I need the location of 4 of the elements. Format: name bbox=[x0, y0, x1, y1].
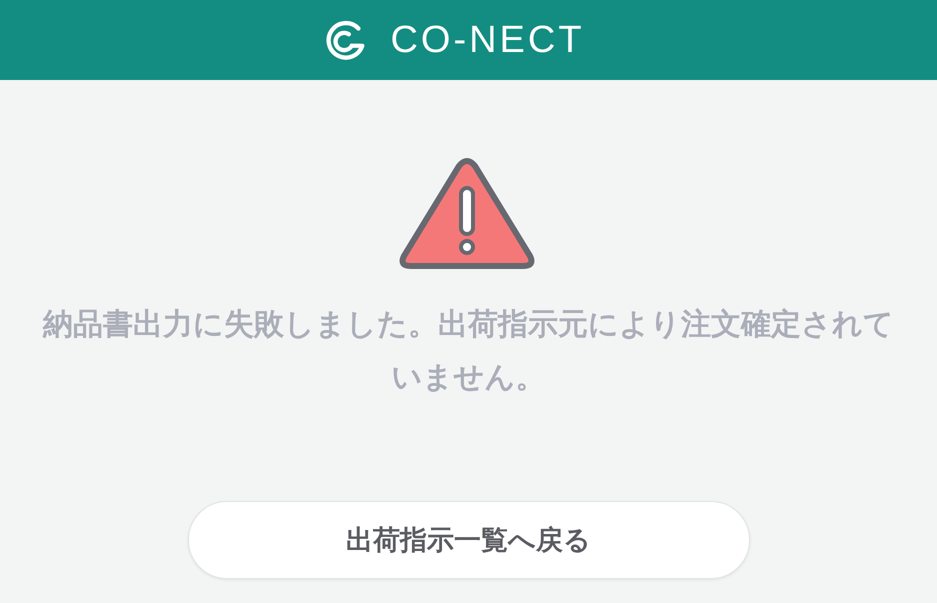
error-message: 納品書出力に失敗しました。出荷指示元により注文確定されていません。 bbox=[42, 306, 895, 397]
back-button[interactable]: 出荷指示一覧へ戻る bbox=[188, 501, 750, 579]
logo-text: CO-NECT bbox=[390, 18, 585, 62]
warning-icon bbox=[398, 158, 534, 270]
